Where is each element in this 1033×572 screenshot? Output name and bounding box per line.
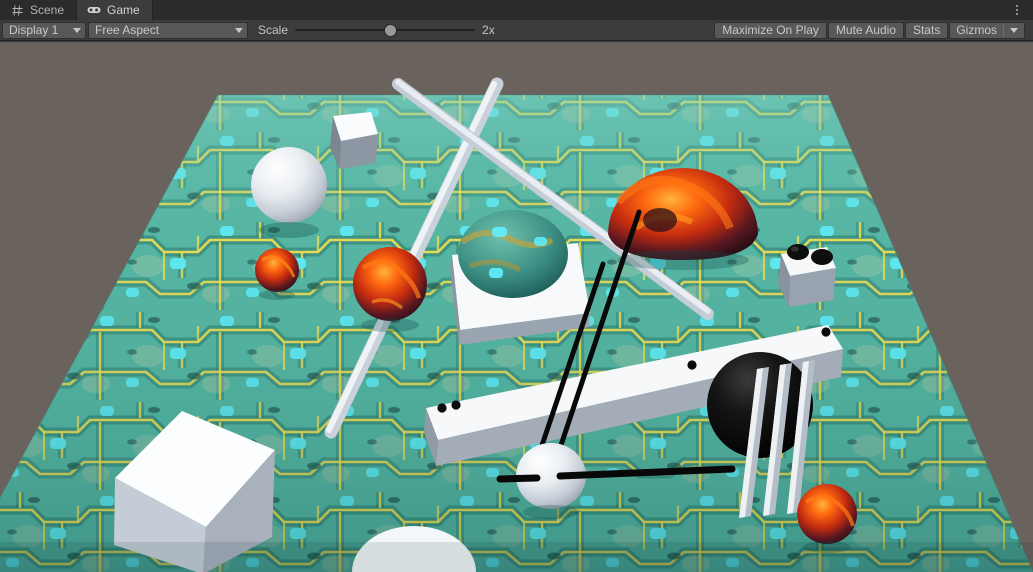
aspect-ratio-label: Free Aspect (95, 23, 160, 37)
mute-audio-button[interactable]: Mute Audio (827, 21, 904, 39)
kebab-menu-icon[interactable] (1007, 0, 1027, 20)
scale-slider-handle[interactable] (384, 23, 398, 37)
tab-game[interactable]: Game (77, 0, 153, 20)
maximize-on-play-label: Maximize On Play (722, 23, 819, 37)
scale-value-label: 2x (482, 23, 495, 37)
maximize-on-play-button[interactable]: Maximize On Play (714, 21, 827, 39)
mute-audio-label: Mute Audio (835, 23, 896, 37)
display-dropdown[interactable]: Display 1 (2, 21, 86, 39)
gizmos-label: Gizmos (956, 23, 997, 37)
stats-label: Stats (912, 23, 941, 37)
game-viewport[interactable] (0, 42, 1033, 572)
chevron-down-icon (235, 27, 243, 33)
gizmos-button[interactable]: Gizmos (949, 21, 1025, 39)
unity-game-window: Scene Game Display 1 Free Aspect Scale 2… (0, 0, 1033, 572)
chevron-down-icon (73, 27, 81, 33)
tab-scene-label: Scene (30, 3, 65, 17)
stats-button[interactable]: Stats (904, 21, 949, 39)
gizmos-dropdown-arrow[interactable] (1004, 27, 1024, 33)
gamepad-icon (87, 3, 101, 17)
aspect-ratio-dropdown[interactable]: Free Aspect (88, 21, 248, 39)
small-gray-cube-top (330, 112, 378, 169)
panel-tab-bar: Scene Game (0, 0, 1033, 20)
scale-control-group: Scale 2x (258, 23, 502, 37)
chevron-down-icon (1010, 27, 1018, 33)
tab-game-label: Game (107, 3, 140, 17)
display-dropdown-label: Display 1 (9, 23, 59, 37)
scale-slider[interactable] (295, 23, 476, 37)
textured-dome-center (458, 210, 568, 298)
game-view-toolbar: Display 1 Free Aspect Scale 2x Maximize … (0, 20, 1033, 41)
scale-label: Scale (258, 23, 289, 37)
gray-cube-with-spheres (778, 244, 836, 307)
grid-icon (10, 3, 24, 17)
tab-scene[interactable]: Scene (0, 0, 78, 20)
rendered-scene (0, 42, 1033, 572)
